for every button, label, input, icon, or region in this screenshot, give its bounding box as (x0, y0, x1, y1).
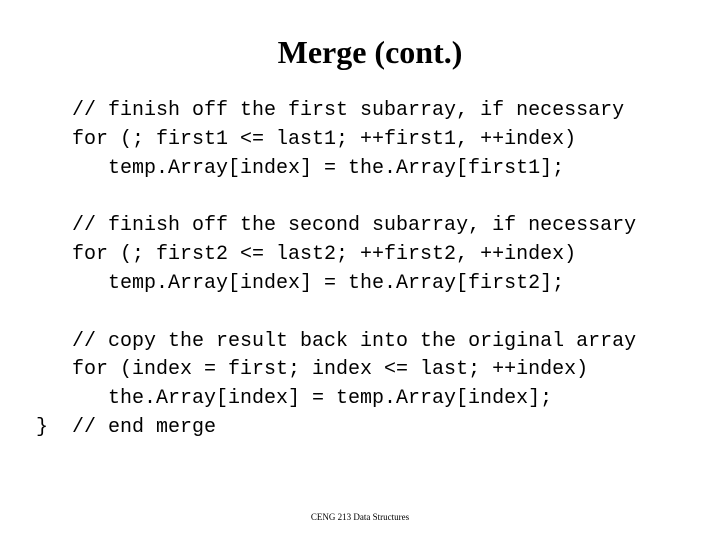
slide-title: Merge (cont.) (277, 34, 463, 70)
code-statement: temp.Array[index] = the.Array[first1]; (108, 157, 565, 180)
code-for-loop: for (; first1 <= last1; ++first1, ++inde… (72, 128, 577, 151)
end-merge-comment: // end merge (72, 416, 217, 439)
slide-footer: CENG 213 Data Structures (310, 512, 410, 522)
code-comment: // finish off the first subarray, if nec… (72, 99, 625, 122)
code-comment: // finish off the second subarray, if ne… (72, 214, 637, 237)
closing-brace: } (36, 416, 49, 439)
code-statement: temp.Array[index] = the.Array[first2]; (108, 272, 565, 295)
code-for-loop: for (; first2 <= last2; ++first2, ++inde… (72, 243, 577, 266)
code-comment: // copy the result back into the origina… (72, 330, 637, 353)
code-statement: the.Array[index] = temp.Array[index]; (108, 387, 553, 410)
code-for-loop: for (index = first; index <= last; ++ind… (72, 358, 589, 381)
